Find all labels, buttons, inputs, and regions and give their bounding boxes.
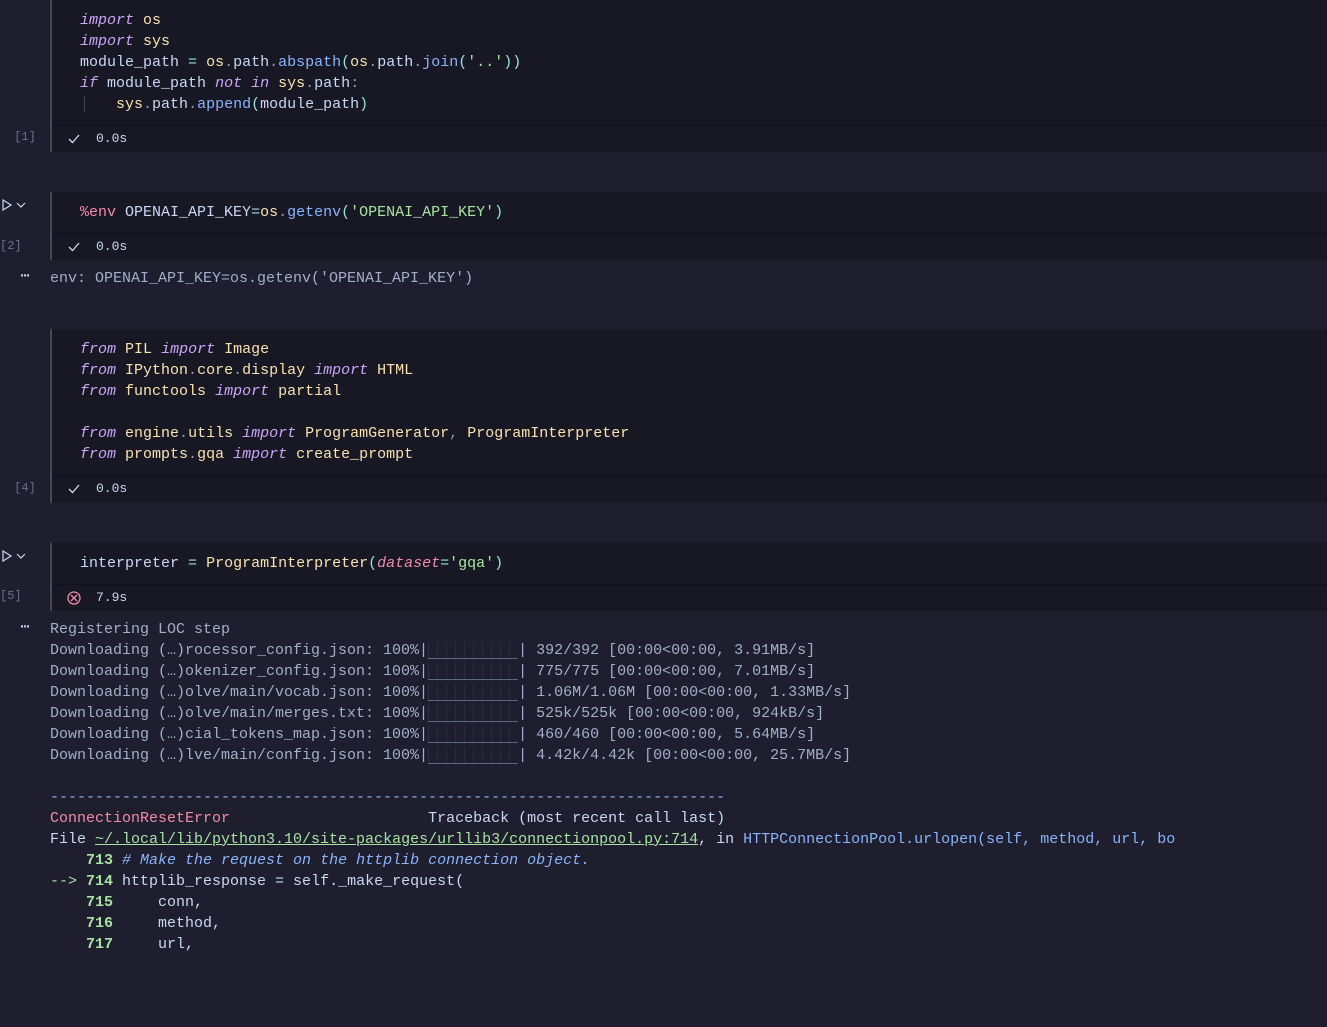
cell-output-row: ⋯ Registering LOC stepDownloading (…)roc… — [0, 611, 1327, 955]
exec-count: [2] — [0, 238, 22, 255]
code-editor[interactable]: import os import sys module_path = os.pa… — [52, 0, 1327, 125]
cell-gutter: [4] — [0, 329, 50, 502]
cell-gutter: [5] — [0, 543, 50, 611]
traceback-header: ConnectionResetError Traceback (most rec… — [50, 808, 1175, 829]
traceback-line: --> 714 httplib_response = self._make_re… — [50, 871, 1175, 892]
cell-output: Registering LOC stepDownloading (…)roces… — [50, 611, 1175, 955]
exec-time: 7.9s — [96, 589, 127, 607]
cell-status-bar: 0.0s — [52, 125, 1327, 152]
check-icon — [66, 131, 82, 147]
output-text: env: OPENAI_API_KEY=os.getenv('OPENAI_AP… — [50, 268, 473, 289]
code-cell[interactable]: [4] from PIL import Image from IPython.c… — [0, 329, 1327, 502]
code-cell[interactable]: [1] import os import sys module_path = o… — [0, 0, 1327, 152]
output-actions[interactable]: ⋯ — [0, 611, 50, 955]
code-content[interactable]: interpreter = ProgramInterpreter(dataset… — [80, 553, 1327, 574]
cell-body: import os import sys module_path = os.pa… — [50, 0, 1327, 152]
play-icon[interactable] — [0, 198, 14, 212]
exec-time: 0.0s — [96, 480, 127, 498]
cell-output-row: ⋯ env: OPENAI_API_KEY=os.getenv('OPENAI_… — [0, 260, 1327, 289]
check-icon — [66, 481, 82, 497]
cell-gutter: [2] — [0, 192, 50, 260]
code-editor[interactable]: from PIL import Image from IPython.core.… — [52, 329, 1327, 475]
traceback-file: File ~/.local/lib/python3.10/site-packag… — [50, 829, 1175, 850]
cell-gutter: [1] — [0, 0, 50, 152]
error-icon — [66, 590, 82, 606]
cell-output: env: OPENAI_API_KEY=os.getenv('OPENAI_AP… — [50, 260, 473, 289]
cell-status-bar: 0.0s — [52, 475, 1327, 502]
exec-count: [5] — [0, 588, 22, 605]
download-progress: Downloading (…)rocessor_config.json: 100… — [50, 640, 1175, 661]
traceback-separator — [50, 766, 1175, 787]
exec-count: [4] — [14, 480, 36, 497]
output-actions[interactable]: ⋯ — [0, 260, 50, 289]
traceback-line: 713 # Make the request on the httplib co… — [50, 850, 1175, 871]
chevron-down-icon[interactable] — [16, 551, 26, 561]
output-text: Registering LOC step — [50, 619, 1175, 640]
code-editor[interactable]: interpreter = ProgramInterpreter(dataset… — [52, 543, 1327, 584]
notebook: [1] import os import sys module_path = o… — [0, 0, 1327, 955]
code-content[interactable]: %env OPENAI_API_KEY=os.getenv('OPENAI_AP… — [80, 202, 1327, 223]
download-progress: Downloading (…)olve/main/vocab.json: 100… — [50, 682, 1175, 703]
exec-time: 0.0s — [96, 238, 127, 256]
run-controls[interactable] — [0, 543, 26, 563]
code-cell[interactable]: [5] interpreter = ProgramInterpreter(dat… — [0, 543, 1327, 611]
exec-count: [1] — [14, 129, 36, 146]
run-controls[interactable] — [0, 192, 26, 212]
code-content[interactable]: import os import sys module_path = os.pa… — [80, 10, 1327, 115]
cell-body: interpreter = ProgramInterpreter(dataset… — [50, 543, 1327, 611]
code-content[interactable]: from PIL import Image from IPython.core.… — [80, 339, 1327, 465]
traceback-line: 717 url, — [50, 934, 1175, 955]
cell-body: %env OPENAI_API_KEY=os.getenv('OPENAI_AP… — [50, 192, 1327, 260]
download-progress: Downloading (…)cial_tokens_map.json: 100… — [50, 724, 1175, 745]
exec-time: 0.0s — [96, 130, 127, 148]
cell-status-bar: 7.9s — [52, 584, 1327, 611]
check-icon — [66, 239, 82, 255]
chevron-down-icon[interactable] — [16, 200, 26, 210]
cell-status-bar: 0.0s — [52, 233, 1327, 260]
cell-body: from PIL import Image from IPython.core.… — [50, 329, 1327, 502]
traceback-separator: ----------------------------------------… — [50, 787, 1175, 808]
download-progress: Downloading (…)lve/main/config.json: 100… — [50, 745, 1175, 766]
download-progress: Downloading (…)olve/main/merges.txt: 100… — [50, 703, 1175, 724]
play-icon[interactable] — [0, 549, 14, 563]
code-editor[interactable]: %env OPENAI_API_KEY=os.getenv('OPENAI_AP… — [52, 192, 1327, 233]
traceback-line: 716 method, — [50, 913, 1175, 934]
code-cell[interactable]: [2] %env OPENAI_API_KEY=os.getenv('OPENA… — [0, 192, 1327, 260]
download-progress: Downloading (…)okenizer_config.json: 100… — [50, 661, 1175, 682]
traceback-line: 715 conn, — [50, 892, 1175, 913]
